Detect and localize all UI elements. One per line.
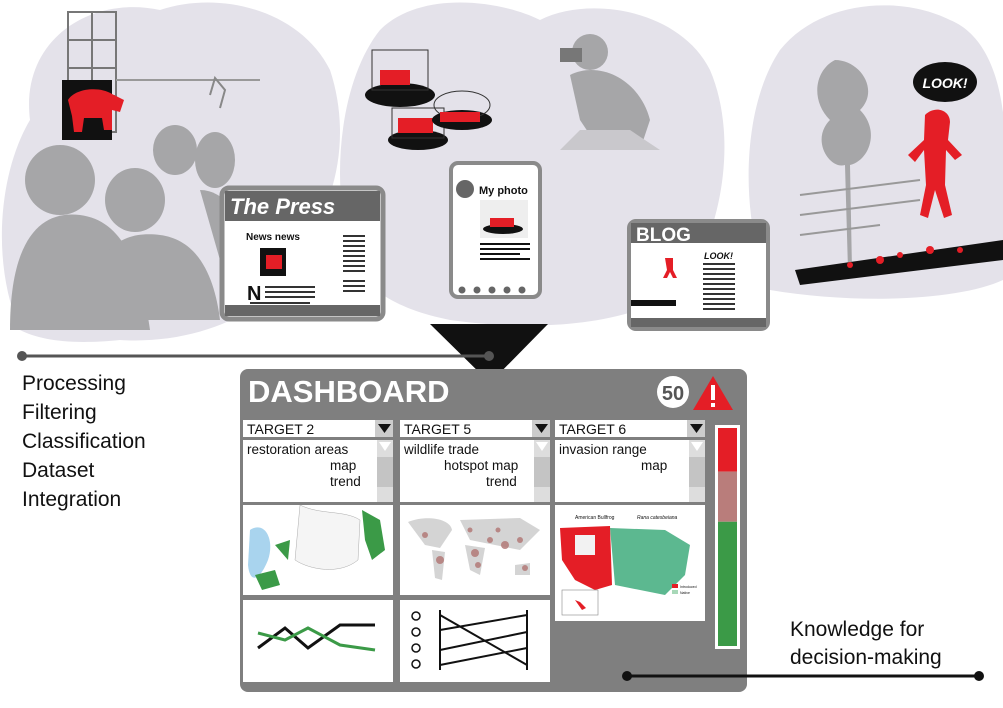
list-item[interactable]: trend xyxy=(330,474,361,489)
blog-title: BLOG xyxy=(636,225,691,246)
process-step: Dataset xyxy=(22,459,95,482)
process-step: Integration xyxy=(22,488,121,511)
list-item[interactable]: invasion range xyxy=(559,442,647,457)
press-initial: N xyxy=(247,283,261,305)
target-panel-5: TARGET 5 wildlife trade hotspot map tren… xyxy=(400,420,550,682)
indicator-level-red xyxy=(718,428,737,472)
target-panel-6: TARGET 6 invasion range map American Bul… xyxy=(555,420,705,621)
target-panel-2: TARGET 2 restoration areas map trend xyxy=(243,420,393,682)
speech-bubble-text: LOOK! xyxy=(922,75,967,91)
process-steps: Processing Filtering Classification Data… xyxy=(22,372,146,511)
blog-callout: LOOK! xyxy=(704,251,733,261)
indicator-level-green xyxy=(718,521,737,646)
list-item[interactable]: restoration areas xyxy=(247,442,349,457)
target-name: TARGET 6 xyxy=(559,421,626,437)
process-step: Classification xyxy=(22,430,146,453)
list-item[interactable]: map xyxy=(330,458,356,473)
blog-panel: BLOG LOOK! xyxy=(627,219,770,331)
status-indicator-bar xyxy=(715,425,740,649)
press-headline: News news xyxy=(246,232,300,243)
alert-count: 50 xyxy=(662,383,684,405)
photo-post-panel: My photo xyxy=(449,161,542,299)
output-label-line: Knowledge for xyxy=(790,618,924,641)
list-item[interactable]: wildlife trade xyxy=(403,442,479,457)
target-name: TARGET 5 xyxy=(404,421,471,437)
list-item[interactable]: map xyxy=(641,458,667,473)
process-step: Filtering xyxy=(22,401,97,424)
process-step: Processing xyxy=(22,372,126,395)
scrollbar[interactable] xyxy=(377,457,393,487)
press-panel: The Press News news N xyxy=(219,185,386,322)
target-name: TARGET 2 xyxy=(247,421,314,437)
dashboard: DASHBOARD 50 TARGET 2 restoration areas … xyxy=(240,369,747,692)
legend-entry: Native xyxy=(680,591,690,595)
legend-entry: Introduced xyxy=(680,585,697,589)
map-caption: American Bullfrog xyxy=(575,515,615,521)
output-label-line: decision-making xyxy=(790,646,942,669)
scrollbar[interactable] xyxy=(689,457,705,487)
list-item[interactable]: trend xyxy=(486,474,517,489)
map-caption: Rana catesbeiana xyxy=(637,515,678,521)
list-item[interactable]: hotspot map xyxy=(444,458,518,473)
photo-title: My photo xyxy=(479,185,528,197)
scrollbar[interactable] xyxy=(534,457,550,487)
dashboard-title: DASHBOARD xyxy=(248,374,450,409)
press-title: The Press xyxy=(230,194,335,219)
diagram: LOOK! The Press News news N My photo BLO… xyxy=(1,2,1003,692)
indicator-level-pink xyxy=(718,471,737,522)
input-connector xyxy=(17,351,494,361)
output-label: Knowledge for decision-making xyxy=(790,618,942,669)
